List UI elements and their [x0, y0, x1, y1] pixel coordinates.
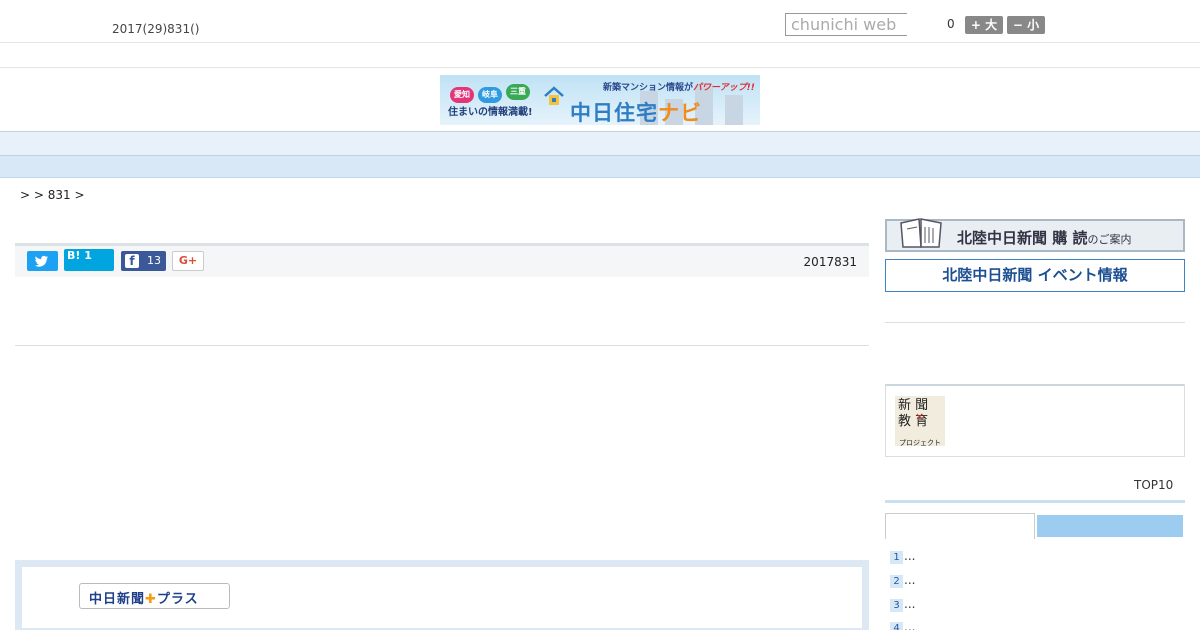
breadcrumb[interactable]: > > 831 > [20, 188, 85, 202]
font-small-button[interactable]: − 小 [1007, 16, 1045, 34]
sidebar-divider [885, 322, 1185, 323]
content-divider [15, 345, 869, 346]
rank-text: ... [904, 597, 916, 611]
subscribe-title: 北陸中日新聞 購 読のご案内 [957, 229, 1132, 247]
edu-cross: × [915, 410, 925, 423]
book-icon [900, 218, 942, 248]
hatena-label: B! [67, 249, 81, 262]
secondary-strip [0, 44, 1200, 68]
twitter-button[interactable] [27, 251, 58, 271]
banner-pill: 岐阜 [478, 87, 502, 103]
ranking-item[interactable]: 3... [890, 597, 915, 612]
rank-number: 1 [890, 551, 903, 564]
share-bar: B! 1 f 13 G+ 2017831 [15, 243, 869, 277]
rank-text: ... [904, 573, 916, 587]
search-input[interactable]: chunichi web [785, 13, 907, 36]
header-date: 2017(29)831() [112, 22, 200, 36]
banner-building [725, 95, 743, 125]
font-large-button[interactable]: + 大 [965, 16, 1003, 34]
twitter-icon [35, 255, 48, 267]
banner-brand: 中日住宅ナビ [570, 101, 702, 125]
article-date: 2017831 [803, 255, 857, 269]
housing-navi-banner[interactable]: 愛知 岐阜 三重 新築マンション情報がパワーアップ!! 住まいの情報満載! 中日… [440, 75, 760, 125]
ranking-item[interactable]: 1... [890, 549, 915, 564]
ranking-item[interactable]: 4... [890, 620, 915, 630]
banner-pill: 三重 [506, 84, 530, 100]
subscribe-banner[interactable]: 北陸中日新聞 購 読のご案内 [885, 218, 1185, 252]
top-bar: 2017(29)831() chunichi web 0 + 大 − 小 [0, 0, 1200, 43]
ranking-divider [885, 500, 1185, 503]
sub-nav [0, 156, 1200, 178]
facebook-button[interactable]: f 13 [121, 251, 166, 271]
hatena-count: 1 [84, 249, 92, 262]
edu-project: プロジェクト [899, 439, 941, 447]
banner-tagline: 新築マンション情報がパワーアップ!! [603, 83, 755, 93]
ranking-tab-active[interactable] [885, 513, 1035, 539]
chunichi-plus-logo[interactable]: 中日新聞✚プラス [79, 583, 230, 609]
house-icon [544, 86, 564, 105]
google-plus-button[interactable]: G+ [172, 251, 204, 271]
event-info-banner[interactable]: 北陸中日新聞 イベント情報 [885, 259, 1185, 292]
rank-text: ... [904, 620, 916, 630]
banner-pill: 愛知 [450, 87, 474, 103]
font-size-value: 0 [947, 17, 955, 31]
rank-number: 3 [890, 599, 903, 612]
hatena-bookmark-button[interactable]: B! 1 [64, 249, 114, 271]
top10-heading: TOP10 [1134, 478, 1174, 492]
facebook-icon: f [125, 254, 139, 268]
rank-number: 2 [890, 575, 903, 588]
rank-number: 4 [890, 622, 903, 630]
newspaper-education-banner[interactable]: 新 聞 × 教 育 プロジェクト [895, 396, 945, 447]
ranking-item[interactable]: 2... [890, 573, 915, 588]
facebook-count: 13 [147, 254, 161, 267]
main-nav [0, 131, 1200, 156]
banner-subtitle: 住まいの情報満載! [448, 107, 533, 118]
ranking-tab-inactive[interactable] [1037, 515, 1183, 537]
rank-text: ... [904, 549, 916, 563]
